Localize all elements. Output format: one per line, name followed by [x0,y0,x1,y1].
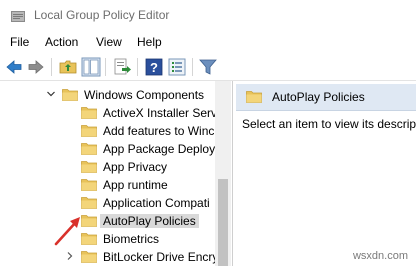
menu-file[interactable]: File [10,35,29,49]
toolbar-separator [137,58,138,76]
detail-header-title: AutoPlay Policies [272,90,365,104]
group-policy-app-icon [11,11,25,22]
folder-icon [81,179,97,191]
tree-item[interactable]: Add features to Winc [0,122,220,140]
toolbar-separator [105,58,106,76]
folder-icon [81,125,97,137]
chevron-down-icon[interactable] [46,89,56,99]
tree-item-bitlocker[interactable]: BitLocker Drive Encry [0,248,220,266]
window-title: Local Group Policy Editor [34,8,170,22]
forward-arrow-icon[interactable] [26,57,46,77]
tree-scrollbar[interactable] [215,81,231,266]
tree-item-label: BitLocker Drive Encry [103,250,219,264]
folder-icon [81,143,97,155]
toolbar-separator [192,58,193,76]
chevron-right-icon[interactable] [65,251,75,261]
export-list-icon[interactable] [112,57,132,77]
folder-icon [81,197,97,209]
menu-action[interactable]: Action [45,35,78,49]
toolbar-separator [51,58,52,76]
tree-item-label: App Package Deploy [103,142,216,156]
back-arrow-icon[interactable] [4,57,24,77]
tree-item[interactable]: App Package Deploy [0,140,220,158]
tree-pane[interactable]: Windows Components ActiveX Installer Ser… [0,81,233,266]
help-icon[interactable]: ? [144,57,164,77]
tree-item[interactable]: App runtime [0,176,220,194]
menu-view[interactable]: View [96,35,122,49]
svg-text:?: ? [150,60,158,75]
toolbar: ? [0,54,416,81]
window: Local Group Policy Editor File Action Vi… [0,0,416,266]
folder-icon [62,89,78,101]
tree-item-label: ActiveX Installer Serv [103,106,218,120]
detail-header: AutoPlay Policies [236,84,416,111]
detail-pane: AutoPlay Policies Select an item to view… [236,81,416,266]
tree-item-label: App Privacy [103,160,168,174]
folder-icon [81,107,97,119]
tree-item-label: Windows Components [84,88,205,102]
title-bar: Local Group Policy Editor [0,0,416,32]
filter-icon[interactable] [198,57,218,77]
menu-bar: File Action View Help [0,32,416,52]
tree-item[interactable]: Application Compati [0,194,220,212]
folder-icon [81,161,97,173]
menu-help[interactable]: Help [137,35,162,49]
tree-item[interactable]: App Privacy [0,158,220,176]
scrollbar-thumb[interactable] [218,179,228,266]
folder-icon [81,215,97,227]
tree-item-windows-components[interactable]: Windows Components [0,86,220,104]
folder-icon [81,233,97,245]
tree-item-label: Add features to Winc [103,124,215,138]
tree-item-label: App runtime [103,178,168,192]
properties-icon[interactable] [167,57,187,77]
tree-item-label: Biometrics [103,232,160,246]
tree-item-label: Application Compati [103,196,210,210]
folder-icon [246,91,262,103]
detail-message: Select an item to view its descript [242,117,416,131]
watermark: wsxdn.com [352,250,408,262]
tree-item[interactable]: ActiveX Installer Serv [0,104,220,122]
up-folder-icon[interactable] [58,57,78,77]
folder-icon [81,251,97,263]
show-hide-tree-icon[interactable] [81,57,101,77]
tree-item-autoplay-policies[interactable]: AutoPlay Policies [0,212,220,230]
tree-item-label: AutoPlay Policies [100,214,199,228]
tree-item[interactable]: Biometrics [0,230,220,248]
